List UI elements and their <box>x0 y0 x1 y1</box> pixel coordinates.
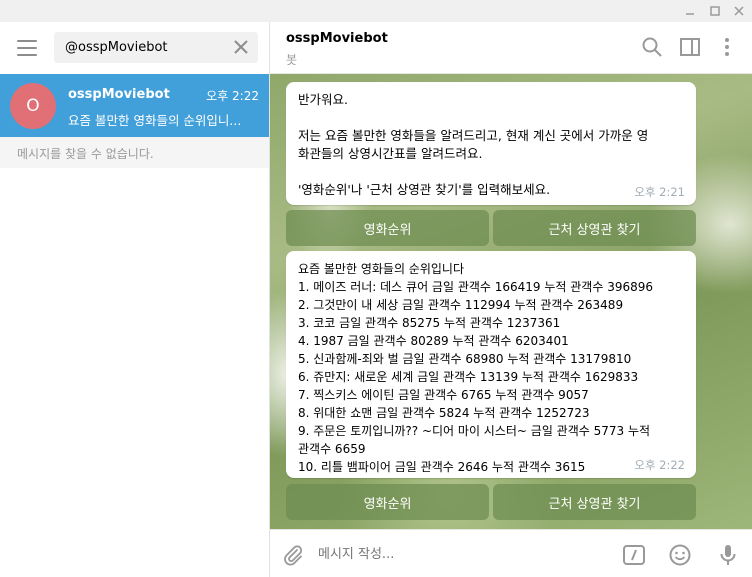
maximize-icon <box>710 6 720 16</box>
message-line: 1. 메이즈 러너: 데스 큐어 금일 관객수 166419 누적 관객수 39… <box>298 280 654 294</box>
message-line <box>298 109 684 127</box>
message-bubble: 요즘 볼만한 영화들의 순위입니다 1. 메이즈 러너: 데스 큐어 금일 관객… <box>286 251 696 478</box>
no-messages-label: 메시지를 찾을 수 없습니다. <box>0 137 269 168</box>
conversation-subtitle: 봇 <box>286 53 298 67</box>
keyboard-button-nearby-theater[interactable]: 근처 상영관 찾기 <box>493 484 696 520</box>
message-line: 5. 신과함께-죄와 벌 금일 관객수 68980 누적 관객수 1317981… <box>298 352 632 366</box>
paperclip-icon[interactable] <box>281 543 305 567</box>
emoji-icon[interactable] <box>668 543 692 567</box>
conversation-panel: osspMoviebot 봇 반가워요. 저는 요즘 볼만한 영화들을 알려드리… <box>270 22 752 577</box>
keyboard-button-nearby-theater[interactable]: 근처 상영관 찾기 <box>493 210 696 246</box>
minimize-icon <box>686 13 694 15</box>
search-box <box>54 32 258 63</box>
message-line: 10. 리틀 뱀파이어 금일 관객수 2646 누적 관객수 3615 <box>298 460 586 474</box>
keyboard-button-movie-ranking[interactable]: 영화순위 <box>286 210 489 246</box>
conversation-header: osspMoviebot 봇 <box>270 22 752 74</box>
message-line: 요즘 볼만한 영화들의 순위입니다 <box>298 262 465 276</box>
sidebar-toggle-icon[interactable] <box>679 36 701 58</box>
hamburger-icon[interactable] <box>17 40 37 56</box>
slash-command-icon[interactable] <box>622 543 646 567</box>
close-icon <box>734 6 744 16</box>
message-line: 4. 1987 금일 관객수 80289 누적 관객수 6203401 <box>298 334 569 348</box>
search-input[interactable] <box>54 32 224 63</box>
message-line: 저는 요즘 볼만한 영화들을 알려드리고, 현재 계신 곳에서 가까운 영 <box>298 128 649 143</box>
message-composer <box>270 529 752 577</box>
message-line <box>298 163 684 181</box>
chat-background: 반가워요. 저는 요즘 볼만한 영화들을 알려드리고, 현재 계신 곳에서 가까… <box>270 74 752 529</box>
message-line: 2. 그것만이 내 세상 금일 관객수 112994 누적 관객수 263489 <box>298 298 624 312</box>
more-vertical-icon[interactable] <box>716 36 738 58</box>
minimize-button[interactable] <box>678 0 702 22</box>
message-bubble: 반가워요. 저는 요즘 볼만한 영화들을 알려드리고, 현재 계신 곳에서 가까… <box>286 82 696 205</box>
message-line: 3. 코코 금일 관객수 85275 누적 관객수 1237361 <box>298 316 561 330</box>
chat-list-item[interactable]: O osspMoviebot 오후 2:22 요즘 볼만한 영화들의 순위입니.… <box>0 74 269 137</box>
chat-preview: 요즘 볼만한 영화들의 순위입니... <box>68 113 242 128</box>
message-line: 6. 쥬만지: 새로운 세계 금일 관객수 13139 누적 관객수 16298… <box>298 370 639 384</box>
message-input[interactable] <box>318 542 608 566</box>
bot-keyboard: 영화순위 근처 상영관 찾기 <box>286 210 696 246</box>
message-line: 반가워요. <box>298 92 348 107</box>
chat-list-panel: O osspMoviebot 오후 2:22 요즘 볼만한 영화들의 순위입니.… <box>0 22 270 577</box>
close-window-button[interactable] <box>727 0 751 22</box>
message-line: 8. 위대한 쇼맨 금일 관객수 5824 누적 관객수 1252723 <box>298 406 590 420</box>
bot-keyboard: 영화순위 근처 상영관 찾기 <box>286 484 696 520</box>
keyboard-button-movie-ranking[interactable]: 영화순위 <box>286 484 489 520</box>
avatar: O <box>10 83 56 129</box>
message-line: 7. 찍스키스 에이틴 금일 관객수 6765 누적 관객수 9057 <box>298 388 589 402</box>
microphone-icon[interactable] <box>716 543 740 567</box>
message-line: 화관들의 상영시간표를 알려드려요. <box>298 146 483 161</box>
message-line: 9. 주문은 토끼입니까?? ~디어 마이 시스터~ 금일 관객수 5773 누… <box>298 424 651 438</box>
chat-time: 오후 2:22 <box>206 89 259 103</box>
window-titlebar <box>0 0 752 22</box>
maximize-button[interactable] <box>703 0 727 22</box>
chat-name: osspMoviebot <box>68 87 170 102</box>
message-time: 오후 2:21 <box>634 185 685 199</box>
message-time: 오후 2:22 <box>634 458 685 472</box>
message-line: '영화순위'나 '근처 상영관 찾기'를 입력해보세요. <box>298 182 551 197</box>
close-icon[interactable] <box>232 38 250 56</box>
chat-list-toolbar <box>0 22 269 74</box>
message-line: 관객수 6659 <box>298 442 366 456</box>
search-icon[interactable] <box>641 36 663 58</box>
conversation-title[interactable]: osspMoviebot <box>286 31 388 46</box>
